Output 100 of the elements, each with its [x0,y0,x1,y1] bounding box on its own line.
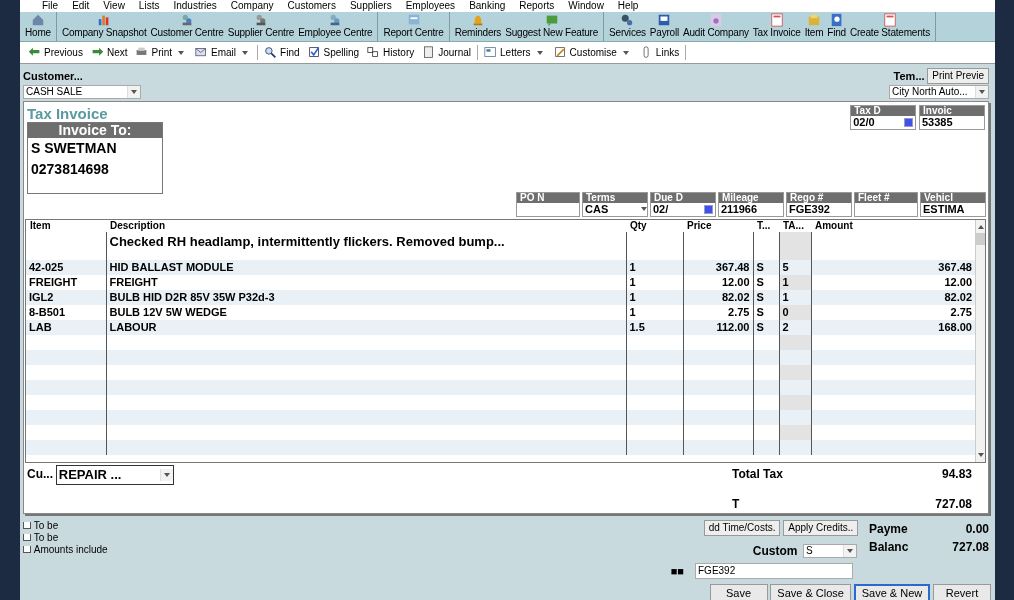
footer-button[interactable]: Save & New [853,584,931,600]
toolbar-button[interactable]: Find [825,12,848,41]
menu-item[interactable]: Window [568,0,604,12]
action-button[interactable]: Apply Credits.. [783,519,859,536]
total-label: Payme [869,520,908,538]
menu-item[interactable]: Suppliers [349,0,392,12]
checkbox[interactable]: To be [23,531,108,544]
speech-bubble-icon [544,13,559,27]
menu-item[interactable]: Help [617,0,639,12]
toolbar-button[interactable]: Print [132,45,191,60]
toolbar-button[interactable]: Create Statements [847,12,932,41]
calendar-icon[interactable] [704,204,713,214]
toolbar-button[interactable]: Customise [550,45,635,60]
table-cell: 367.48 [811,259,975,275]
menu-item[interactable]: Reports [519,0,555,12]
document-icon [708,13,723,27]
footer-button[interactable]: Save [709,584,768,600]
checkbox[interactable]: To be [23,519,108,532]
menu-item[interactable]: Customers [287,0,336,12]
field-label: Cu... [27,465,53,483]
letters-icon [484,46,498,59]
table-cell: 1 [626,274,683,290]
toolbar-button[interactable]: Home [23,12,53,41]
field-label: ■■ [670,563,684,579]
scroll-thumb[interactable] [976,232,985,245]
table-cell: S [753,319,779,335]
table-cell: LAB [26,319,106,335]
field-label: Customer... [23,69,84,84]
column-header: Item [26,219,106,232]
menu-item[interactable]: File [42,0,59,12]
journal-icon [422,46,436,59]
field-label: Rego # [787,192,851,203]
scrollbar[interactable] [975,219,985,462]
input-field[interactable]: FGE392 [695,562,853,579]
toolbar-button[interactable]: Email [192,45,255,60]
toolbar-button[interactable]: Audit Company [681,12,751,41]
menu-item[interactable]: Company [230,0,274,12]
table-cell: 2.75 [683,304,753,320]
field-label: Custom [752,542,798,560]
toolbar-button[interactable]: Reminders [452,12,504,41]
print-preview-button[interactable]: Print Previe [927,68,989,85]
footer-button[interactable]: Save & Close [770,584,851,600]
total-label: Total Tax [732,465,783,483]
toolbar-button[interactable]: Find [261,45,303,60]
table-cell: IGL2 [26,289,106,305]
toolbar-button[interactable]: Letters [481,45,549,60]
action-button[interactable]: dd Time/Costs. [703,519,781,536]
toolbar-button[interactable]: Spelling [304,45,363,60]
footer-button[interactable]: Revert [933,584,991,600]
invoice-title: Tax Invoice [27,104,109,122]
toolbar-button[interactable]: Services [607,12,648,41]
menu-item[interactable]: Employees [405,0,456,12]
menu-item[interactable]: Banking [469,0,506,12]
table-cell: HID BALLAST MODULE [106,259,626,275]
field-label: PO N [517,192,579,203]
toolbar-button[interactable]: Payroll [647,12,682,41]
history-icon [367,46,381,59]
toolbar-button[interactable]: Next [87,45,131,60]
total-label: T [732,495,740,513]
column-header: T... [753,219,779,232]
table-cell: BULB 12V 5W WEDGE [106,304,626,320]
calendar-icon[interactable] [904,117,914,127]
toolbar-button[interactable]: Previous [25,45,86,60]
menu-item[interactable]: Industries [173,0,217,12]
total-value: 727.08 [952,538,989,556]
field-label: Terms [583,192,647,203]
table-cell: 12.00 [683,274,753,290]
total-value: 0.00 [965,520,989,538]
field-label: Mileage [719,192,783,203]
table-cell: FREIGHT [26,274,106,290]
toolbar-button[interactable]: Company Snapshot [59,12,149,41]
toolbar-button[interactable]: Item [802,12,826,41]
menu-item[interactable]: Edit [72,0,90,12]
customer-dropdown[interactable]: CASH SALE [23,84,141,99]
toolbar-button[interactable]: Employee Centre [296,12,375,41]
toolbar-button[interactable]: Report Centre [381,12,446,41]
toolbar-button[interactable]: Links [636,45,683,60]
total-value: 727.08 [935,495,972,513]
total-value: 94.83 [941,465,972,483]
table-cell: 82.02 [683,289,753,305]
table-cell: S [753,259,779,275]
menu-item[interactable]: Lists [138,0,160,12]
toolbar-button[interactable]: Suggest New Feature [503,12,601,41]
table-cell: 1.5 [626,319,683,335]
total-label: Balanc [869,538,909,556]
toolbar-button[interactable]: Customer Centre [148,12,226,41]
table-cell: 1 [626,259,683,275]
checkbox[interactable]: Amounts include [23,543,108,556]
template-dropdown[interactable]: City North Auto... [889,84,989,99]
table-cell: LABOUR [106,319,626,335]
table-cell: S [753,289,779,305]
toolbar-button[interactable]: History [364,45,418,60]
field-label: Fleet # [855,192,917,203]
toolbar-button[interactable]: Supplier Centre [225,12,297,41]
toolbar-button[interactable]: Journal [419,45,475,60]
toolbar-button[interactable]: Tax Invoice [750,12,803,41]
menu-item[interactable]: View [103,0,125,12]
comment-dropdown[interactable]: REPAIR ... [55,464,174,485]
custom-dropdown[interactable]: S [803,543,857,558]
address-line: 0273814698 [30,159,110,179]
